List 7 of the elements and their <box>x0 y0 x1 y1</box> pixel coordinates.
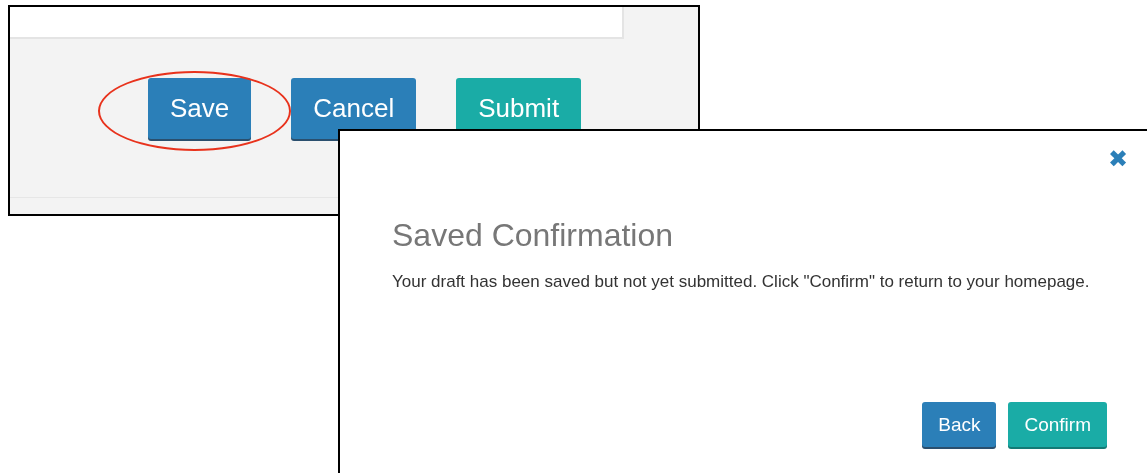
action-button[interactable]: Cancel <box>291 78 417 139</box>
back-button[interactable]: Back <box>922 402 997 447</box>
confirm-button[interactable]: Confirm <box>1008 402 1107 447</box>
action-button[interactable]: Save <box>148 78 252 139</box>
dialog-title: Saved Confirmation <box>392 217 675 254</box>
text-area[interactable] <box>10 7 624 39</box>
dialog-message: Your draft has been saved but not yet submitted. Click "Confirm" to return to your homepage. <box>392 271 1091 293</box>
